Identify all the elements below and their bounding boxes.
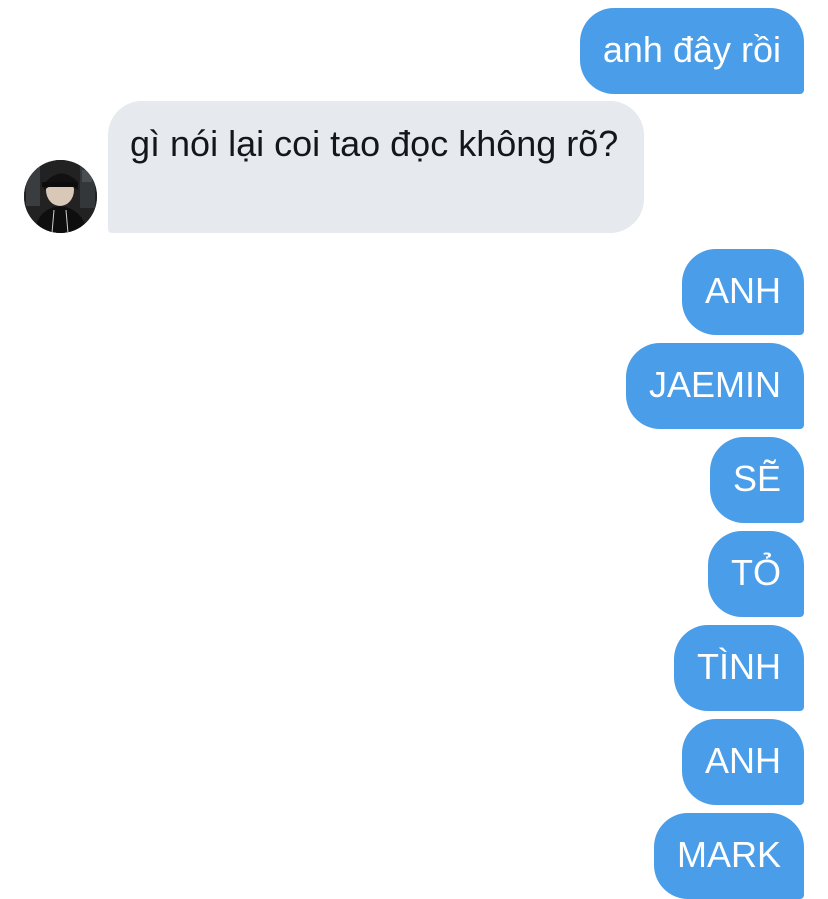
message-bubble-sent[interactable]: TÌNH [674, 625, 804, 711]
message-bubble-sent[interactable]: anh đây rồi [579, 8, 804, 94]
message-text: TỎ [731, 552, 781, 593]
chat-thread: anh đây rồi gì nói lại coi tao đọc không… [0, 0, 828, 899]
message-bubble-sent[interactable]: ANH [681, 249, 804, 335]
message-text: gì nói lại coi tao đọc không rõ? [130, 123, 619, 164]
contact-avatar[interactable] [24, 160, 97, 233]
message-text: ANH [704, 270, 781, 311]
message-text: MARK [676, 834, 781, 875]
message-text: JAEMIN [648, 364, 781, 405]
avatar-photo-icon [24, 160, 97, 233]
message-bubble-received[interactable]: gì nói lại coi tao đọc không rõ? [108, 101, 644, 233]
message-bubble-sent[interactable]: TỎ [708, 531, 804, 617]
message-bubble-sent[interactable]: ANH [681, 719, 804, 805]
message-bubble-sent[interactable]: SẼ [709, 437, 804, 523]
message-bubble-sent[interactable]: JAEMIN [625, 343, 804, 429]
message-text: anh đây rồi [602, 29, 781, 70]
message-text: TÌNH [697, 646, 781, 687]
message-bubble-sent[interactable]: MARK [653, 813, 804, 899]
message-text: ANH [704, 740, 781, 781]
message-text: SẼ [732, 458, 781, 499]
